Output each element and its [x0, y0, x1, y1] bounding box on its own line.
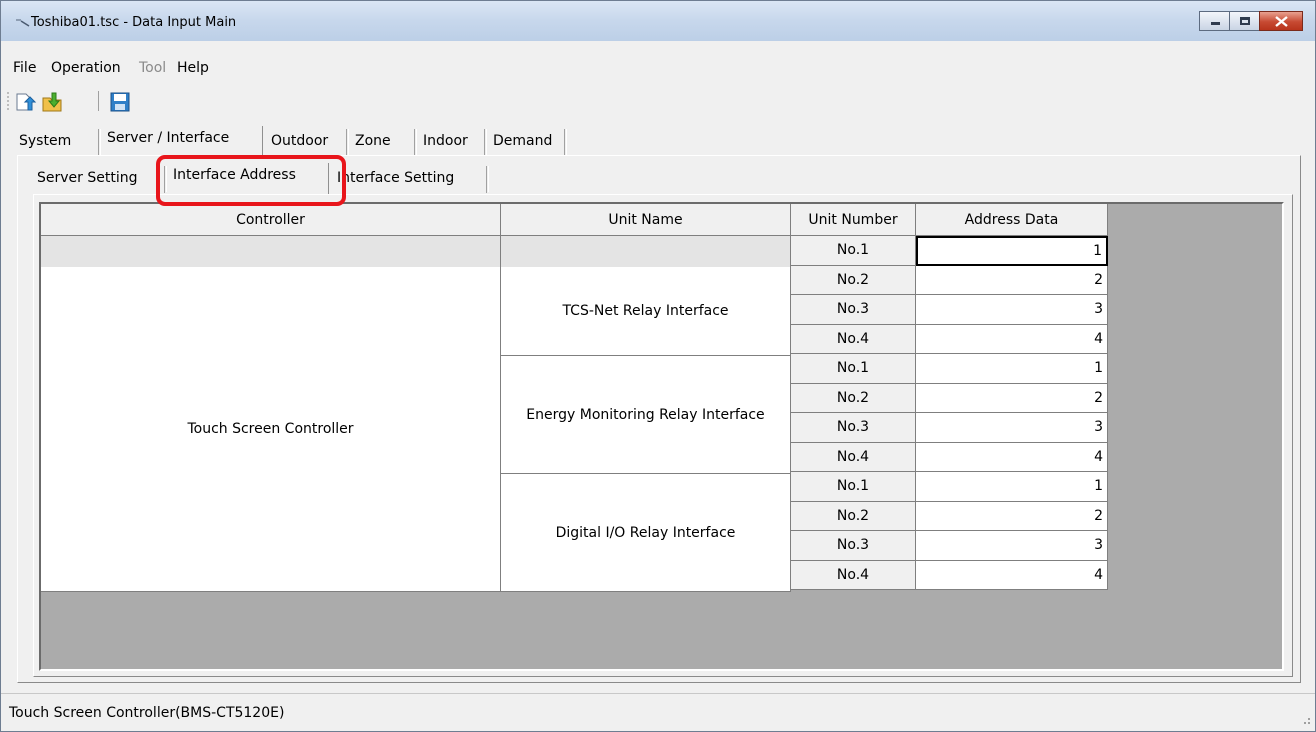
import-download-icon[interactable] [41, 91, 63, 113]
address-data-cell[interactable]: 1 [916, 354, 1108, 384]
header-unit-name[interactable]: Unit Name [501, 204, 791, 236]
status-bar: Touch Screen Controller(BMS-CT5120E) [1, 693, 1315, 731]
tab-interface-setting[interactable]: Interface Setting [331, 166, 489, 193]
address-data-cell[interactable]: 2 [916, 265, 1108, 295]
controller-cell[interactable]: Touch Screen Controller [41, 267, 501, 592]
unit-name-cell[interactable]: TCS-Net Relay Interface [501, 267, 791, 356]
address-data-cell[interactable]: 3 [916, 531, 1108, 561]
tab-interface-address[interactable]: Interface Address [167, 163, 329, 194]
menu-file[interactable]: File [13, 60, 36, 76]
address-data-cell[interactable]: 2 [916, 383, 1108, 413]
header-unit-number[interactable]: Unit Number [791, 204, 916, 236]
unit-number-cell[interactable]: No.1 [791, 472, 916, 502]
address-data-cell[interactable]: 3 [916, 295, 1108, 325]
toolbar-separator [98, 91, 99, 111]
minimize-icon [1211, 22, 1220, 25]
menu-bar: File Operation Tool Help [1, 55, 1315, 79]
maximize-icon [1240, 17, 1250, 25]
unit-number-cell[interactable]: No.4 [791, 324, 916, 354]
address-data-cell[interactable]: 4 [916, 442, 1108, 472]
app-icon [16, 19, 30, 27]
open-upload-icon[interactable] [15, 91, 37, 113]
address-data-cell[interactable]: 1 [916, 236, 1108, 266]
unit-name-cell[interactable]: Digital I/O Relay Interface [501, 474, 791, 592]
unit-name-row-highlight [501, 236, 791, 267]
address-data-cell[interactable]: 4 [916, 324, 1108, 354]
address-data-cell[interactable]: 1 [916, 472, 1108, 502]
unit-number-cell[interactable]: No.3 [791, 413, 916, 443]
header-controller[interactable]: Controller [41, 204, 501, 236]
unit-number-cell[interactable]: No.1 [791, 354, 916, 384]
unit-number-cell[interactable]: No.3 [791, 295, 916, 325]
menu-help[interactable]: Help [177, 60, 209, 76]
tab-zone[interactable]: Zone [349, 129, 417, 156]
tab-system[interactable]: System [13, 129, 101, 156]
close-button[interactable] [1259, 11, 1303, 31]
title-bar[interactable]: Toshiba01.tsc - Data Input Main [1, 1, 1315, 41]
minimize-button[interactable] [1199, 11, 1230, 31]
menu-operation[interactable]: Operation [51, 60, 121, 76]
unit-name-cell[interactable]: Energy Monitoring Relay Interface [501, 356, 791, 474]
toolbar-grip[interactable] [7, 91, 9, 111]
tab-server-setting[interactable]: Server Setting [31, 166, 167, 193]
close-icon [1275, 16, 1288, 27]
unit-number-cell[interactable]: No.2 [791, 501, 916, 531]
window-title: Toshiba01.tsc - Data Input Main [31, 15, 237, 30]
app-window: Toshiba01.tsc - Data Input Main File Ope… [0, 0, 1316, 732]
status-text: Touch Screen Controller(BMS-CT5120E) [9, 705, 285, 721]
save-icon[interactable] [109, 91, 131, 113]
unit-number-cell[interactable]: No.2 [791, 383, 916, 413]
address-data-cell[interactable]: 3 [916, 413, 1108, 443]
unit-number-cell[interactable]: No.1 [791, 236, 916, 266]
toolbar [1, 87, 1315, 115]
tab-server-interface[interactable]: Server / Interface [101, 126, 263, 157]
address-data-cell[interactable]: 4 [916, 560, 1108, 590]
unit-number-cell[interactable]: No.3 [791, 531, 916, 561]
controller-row-highlight [41, 236, 501, 267]
unit-number-cell[interactable]: No.2 [791, 265, 916, 295]
maximize-button[interactable] [1229, 11, 1260, 31]
tab-demand[interactable]: Demand [487, 129, 567, 156]
unit-number-cell[interactable]: No.4 [791, 442, 916, 472]
header-address-data[interactable]: Address Data [916, 204, 1108, 236]
address-data-cell[interactable]: 2 [916, 501, 1108, 531]
tab-indoor[interactable]: Indoor [417, 129, 487, 156]
menu-tool[interactable]: Tool [139, 60, 166, 76]
resize-grip-icon[interactable] [1299, 713, 1311, 725]
tab-outdoor[interactable]: Outdoor [265, 129, 349, 156]
unit-number-cell[interactable]: No.4 [791, 560, 916, 590]
